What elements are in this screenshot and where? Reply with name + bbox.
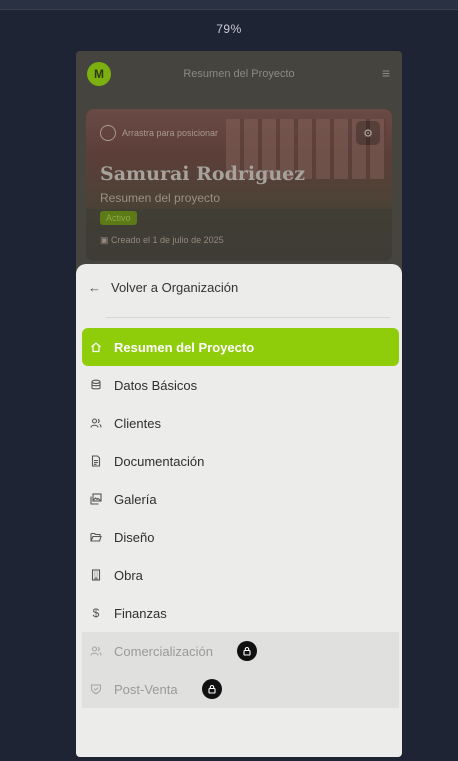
nav-item-documentacion[interactable]: Documentación <box>82 442 399 480</box>
created-date-label: Creado el 1 de julio de 2025 <box>111 235 224 245</box>
nav-item-label: Comercialización <box>114 643 213 659</box>
nav-item-post-venta[interactable]: Post-Venta <box>82 670 399 708</box>
browser-top-bar <box>0 0 458 10</box>
nav-item-comercializacion[interactable]: Comercialización <box>82 632 399 670</box>
project-name: Samurai Rodriguez <box>100 163 306 185</box>
drag-hint-label: Arrastra para posicionar <box>122 128 219 138</box>
divider <box>106 317 390 318</box>
users-icon <box>88 417 104 429</box>
nav-list: Resumen del Proyecto Datos Básicos Clien… <box>82 328 399 708</box>
shield-icon <box>88 683 104 695</box>
images-icon <box>88 493 104 505</box>
app-header: M Resumen del Proyecto ≡ <box>76 51 402 97</box>
hamburger-icon[interactable]: ≡ <box>382 65 390 81</box>
nav-item-label: Resumen del Proyecto <box>114 339 255 355</box>
nav-item-label: Obra <box>114 567 143 583</box>
back-label: Volver a Organización <box>111 280 239 295</box>
nav-item-finanzas[interactable]: $ Finanzas <box>82 594 399 632</box>
nav-item-label: Datos Básicos <box>114 377 198 393</box>
project-subtitle: Resumen del proyecto <box>100 191 221 205</box>
drag-hint: Arrastra para posicionar <box>100 125 218 141</box>
nav-item-label: Documentación <box>114 453 205 469</box>
lock-icon <box>201 679 222 699</box>
dollar-icon: $ <box>92 606 100 620</box>
file-text-icon <box>88 455 104 467</box>
nav-item-label: Diseño <box>114 529 155 545</box>
folder-open-icon <box>88 531 104 543</box>
nav-item-label: Finanzas <box>114 605 167 621</box>
nav-item-label: Post-Venta <box>114 681 178 697</box>
navigation-sheet: ← Volver a Organización Resumen del Proy… <box>76 264 402 757</box>
mobile-viewport: M Resumen del Proyecto ≡ Arrastra para p… <box>76 51 402 757</box>
nav-item-diseno[interactable]: Diseño <box>82 518 399 556</box>
home-icon <box>88 341 104 353</box>
nav-item-galeria[interactable]: Galería <box>82 480 399 518</box>
project-cover[interactable]: Arrastra para posicionar ⚙ Samurai Rodri… <box>86 109 392 261</box>
created-date: ▣ Creado el 1 de julio de 2025 <box>100 235 224 246</box>
database-icon <box>88 379 104 391</box>
nav-item-datos-basicos[interactable]: Datos Básicos <box>82 366 399 404</box>
status-badge: Activo <box>100 211 137 225</box>
lock-icon <box>236 641 257 661</box>
gear-icon[interactable]: ⚙ <box>356 121 380 145</box>
arrow-left-icon: ← <box>88 280 101 295</box>
hand-icon <box>100 125 116 141</box>
zoom-level: 79% <box>216 22 242 36</box>
building-icon <box>88 569 104 581</box>
nav-item-resumen[interactable]: Resumen del Proyecto <box>82 328 399 366</box>
back-to-organization-button[interactable]: ← Volver a Organización <box>88 280 238 295</box>
nav-item-obra[interactable]: Obra <box>82 556 399 594</box>
nav-item-label: Clientes <box>114 415 161 431</box>
nav-item-label: Galería <box>114 491 157 507</box>
users-icon <box>88 645 104 657</box>
nav-item-clientes[interactable]: Clientes <box>82 404 399 442</box>
page-title: Resumen del Proyecto <box>183 68 295 80</box>
calendar-icon: ▣ <box>100 235 112 245</box>
